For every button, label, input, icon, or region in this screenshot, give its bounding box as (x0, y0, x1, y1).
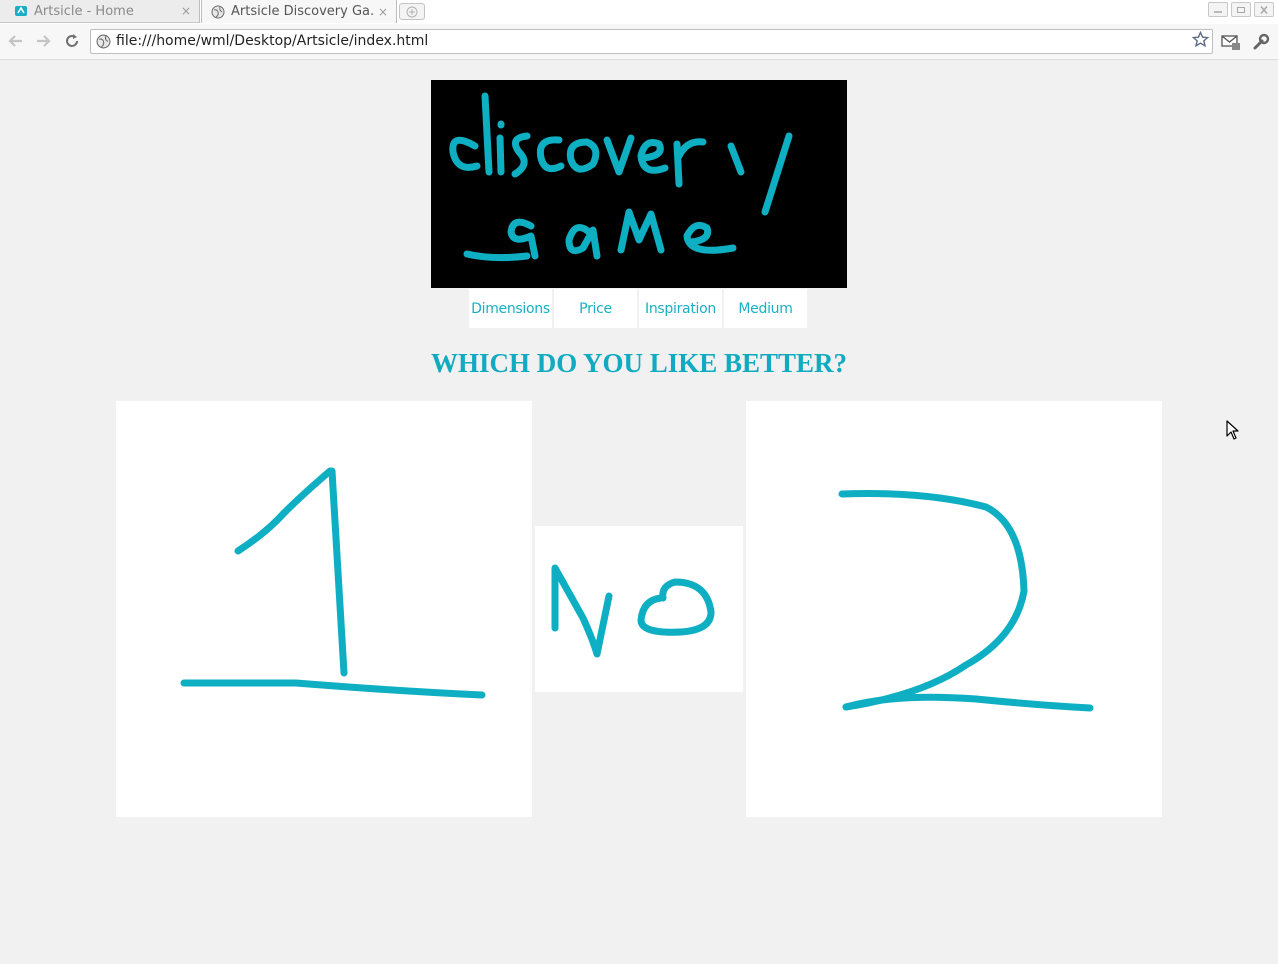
question-heading: WHICH DO YOU LIKE BETTER? (430, 348, 848, 378)
bookmark-star-icon[interactable] (1191, 30, 1210, 53)
maximize-button[interactable] (1231, 2, 1251, 17)
new-tab-icon (406, 6, 418, 17)
choice-1-tile[interactable] (116, 401, 532, 817)
filter-nav: Dimensions Price Inspiration Medium (469, 289, 807, 328)
page-icon (96, 34, 111, 49)
mail-icon (1221, 35, 1240, 50)
nav-item-dimensions[interactable]: Dimensions (469, 289, 552, 328)
url-text[interactable]: file:///home/wml/Desktop/Artsicle/index.… (116, 30, 428, 53)
maximize-icon (1237, 6, 1245, 13)
wrench-icon (1253, 33, 1270, 50)
minimize-button[interactable] (1208, 2, 1228, 17)
browser-toolbar: file:///home/wml/Desktop/Artsicle/index.… (0, 24, 1278, 60)
forward-icon (37, 35, 51, 47)
tab-strip: Artsicle - Home × Artsicle Discovery Ga.… (0, 0, 1278, 25)
new-tab-button[interactable] (399, 3, 425, 20)
handwritten-one-image (180, 467, 486, 699)
tab-title: Artsicle - Home (34, 3, 134, 19)
forward-button[interactable] (32, 30, 54, 52)
tab-close-icon[interactable]: × (177, 4, 195, 18)
tab-discovery-game[interactable]: Artsicle Discovery Ga... × (201, 0, 397, 23)
back-icon (8, 35, 22, 47)
handwritten-two-image (838, 490, 1094, 712)
discovery-game-logo (431, 80, 847, 288)
tab-close-icon[interactable]: × (374, 5, 392, 19)
minimize-icon (1214, 10, 1222, 13)
nav-item-inspiration[interactable]: Inspiration (639, 289, 722, 328)
artsicle-favicon-icon (14, 4, 28, 18)
settings-wrench-button[interactable] (1251, 32, 1271, 52)
globe-icon (211, 5, 225, 19)
back-button[interactable] (5, 30, 27, 52)
reload-icon (66, 34, 78, 47)
close-window-button[interactable] (1254, 2, 1274, 17)
mail-checker-button[interactable] (1221, 32, 1241, 52)
tab-title: Artsicle Discovery Ga... (231, 4, 374, 19)
address-bar[interactable]: file:///home/wml/Desktop/Artsicle/index.… (90, 29, 1213, 54)
nav-item-price[interactable]: Price (554, 289, 637, 328)
no-preference-button[interactable] (535, 526, 743, 692)
nav-item-medium[interactable]: Medium (724, 289, 807, 328)
choice-2-tile[interactable] (746, 401, 1162, 817)
mouse-cursor-icon (1226, 420, 1239, 440)
handwritten-no-image (551, 564, 715, 658)
reload-button[interactable] (61, 30, 83, 52)
close-icon (1260, 5, 1268, 14)
window-controls (1208, 2, 1274, 17)
tab-artsicle-home[interactable]: Artsicle - Home × (0, 0, 200, 23)
